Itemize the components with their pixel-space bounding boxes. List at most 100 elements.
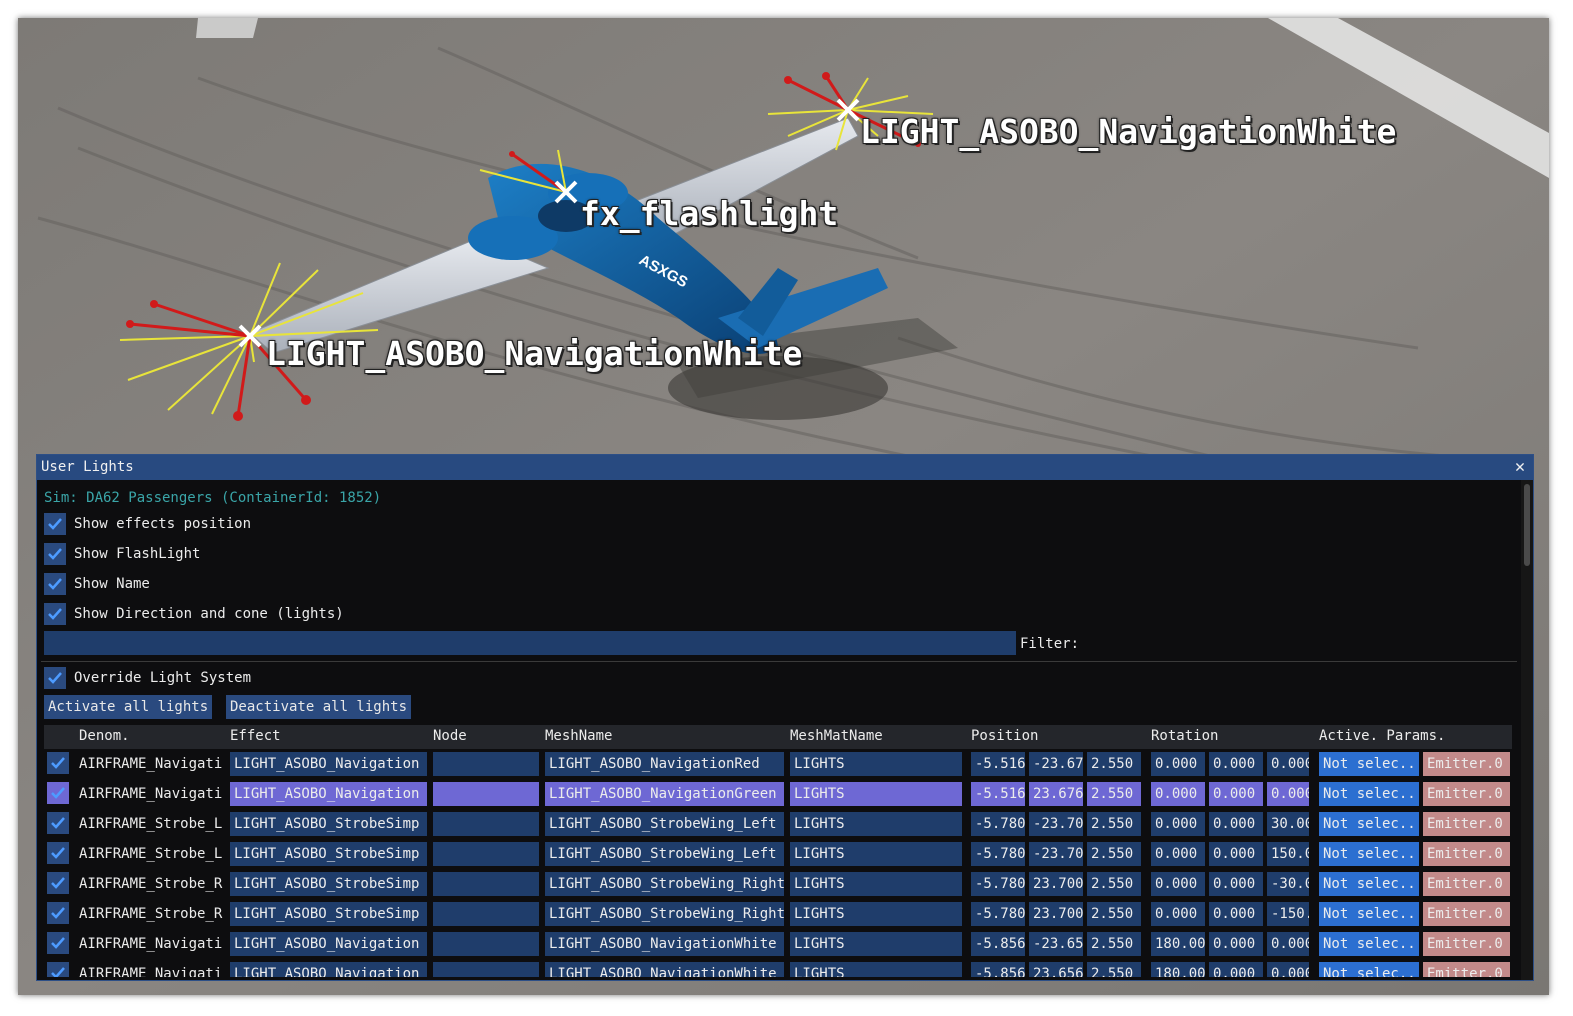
meshmatname-field[interactable]: LIGHTS (790, 932, 962, 956)
rotation-x-field[interactable]: 0.000 (1151, 842, 1205, 866)
active-select-button[interactable]: Not selec... (1319, 962, 1419, 977)
params-button[interactable]: Emitter.0 (1423, 842, 1510, 866)
position-y-field[interactable]: -23.65 (1029, 932, 1083, 956)
rotation-y-field[interactable]: 0.000 (1209, 812, 1263, 836)
position-x-field[interactable]: -5.856 (971, 962, 1025, 977)
row-enabled-checkbox[interactable] (47, 962, 69, 977)
show-direction-cone-checkbox[interactable] (44, 603, 66, 625)
meshmatname-field[interactable]: LIGHTS (790, 812, 962, 836)
meshname-field[interactable]: LIGHT_ASOBO_NavigationWhite (545, 932, 784, 956)
position-z-field[interactable]: 2.550 (1087, 752, 1141, 776)
position-x-field[interactable]: -5.780 (971, 872, 1025, 896)
close-icon[interactable]: ✕ (1511, 458, 1529, 476)
panel-scrollbar[interactable] (1521, 480, 1533, 980)
position-x-field[interactable]: -5.780 (971, 842, 1025, 866)
rotation-y-field[interactable]: 0.000 (1209, 902, 1263, 926)
show-flashlight-checkbox[interactable] (44, 543, 66, 565)
node-field[interactable] (433, 902, 539, 926)
row-enabled-checkbox[interactable] (47, 842, 69, 864)
position-z-field[interactable]: 2.550 (1087, 812, 1141, 836)
active-select-button[interactable]: Not selec... (1319, 872, 1419, 896)
meshmatname-field[interactable]: LIGHTS (790, 842, 962, 866)
column-header-denom[interactable]: Denom. (79, 728, 130, 744)
rotation-y-field[interactable]: 0.000 (1209, 932, 1263, 956)
rotation-y-field[interactable]: 0.000 (1209, 962, 1263, 977)
meshmatname-field[interactable]: LIGHTS (790, 962, 962, 977)
rotation-x-field[interactable]: 0.000 (1151, 872, 1205, 896)
effect-field[interactable]: LIGHT_ASOBO_StrobeSimp (230, 902, 427, 926)
effect-field[interactable]: LIGHT_ASOBO_StrobeSimp (230, 842, 427, 866)
rotation-y-field[interactable]: 0.000 (1209, 752, 1263, 776)
position-z-field[interactable]: 2.550 (1087, 962, 1141, 977)
column-header-meshname[interactable]: MeshName (545, 728, 612, 744)
column-header-position[interactable]: Position (971, 728, 1038, 744)
position-x-field[interactable]: -5.856 (971, 932, 1025, 956)
column-header-meshmatname[interactable]: MeshMatName (790, 728, 883, 744)
position-y-field[interactable]: 23.676 (1029, 782, 1083, 806)
meshname-field[interactable]: LIGHT_ASOBO_NavigationWhite (545, 962, 784, 977)
rotation-z-field[interactable]: 30.000 (1267, 812, 1309, 836)
position-z-field[interactable]: 2.550 (1087, 932, 1141, 956)
activate-all-lights-button[interactable]: Activate all lights (44, 695, 213, 719)
row-enabled-checkbox[interactable] (47, 812, 69, 834)
position-x-field[interactable]: -5.516 (971, 782, 1025, 806)
position-y-field[interactable]: -23.70 (1029, 842, 1083, 866)
active-select-button[interactable]: Not selec... (1319, 902, 1419, 926)
meshname-field[interactable]: LIGHT_ASOBO_NavigationRed (545, 752, 784, 776)
table-row[interactable]: AIRFRAME_Strobe_R LIGHT_ASOBO_StrobeSimp L… (44, 869, 1512, 899)
row-enabled-checkbox[interactable] (47, 932, 69, 954)
params-button[interactable]: Emitter.0 (1423, 782, 1510, 806)
filter-input[interactable] (44, 631, 1016, 655)
override-light-system-checkbox[interactable] (44, 667, 66, 689)
rotation-z-field[interactable]: 0.000 (1267, 782, 1309, 806)
table-row[interactable]: AIRFRAME_Navigati LIGHT_ASOBO_Navigation L… (44, 779, 1512, 809)
column-header-effect[interactable]: Effect (230, 728, 281, 744)
meshmatname-field[interactable]: LIGHTS (790, 782, 962, 806)
column-header-node[interactable]: Node (433, 728, 467, 744)
row-enabled-checkbox[interactable] (47, 902, 69, 924)
params-button[interactable]: Emitter.0 (1423, 902, 1510, 926)
show-effects-position-checkbox[interactable] (44, 513, 66, 535)
node-field[interactable] (433, 842, 539, 866)
position-z-field[interactable]: 2.550 (1087, 902, 1141, 926)
effect-field[interactable]: LIGHT_ASOBO_StrobeSimp (230, 872, 427, 896)
table-row[interactable]: AIRFRAME_Navigati LIGHT_ASOBO_Navigation L… (44, 959, 1512, 977)
rotation-z-field[interactable]: 0.000 (1267, 752, 1309, 776)
node-field[interactable] (433, 782, 539, 806)
row-enabled-checkbox[interactable] (47, 872, 69, 894)
position-y-field[interactable]: -23.67 (1029, 752, 1083, 776)
row-enabled-checkbox[interactable] (47, 782, 69, 804)
rotation-x-field[interactable]: 0.000 (1151, 902, 1205, 926)
show-name-checkbox[interactable] (44, 573, 66, 595)
column-header-rotation[interactable]: Rotation (1151, 728, 1218, 744)
rotation-z-field[interactable]: 0.000 (1267, 932, 1309, 956)
active-select-button[interactable]: Not selec... (1319, 842, 1419, 866)
rotation-y-field[interactable]: 0.000 (1209, 872, 1263, 896)
table-row[interactable]: AIRFRAME_Strobe_L LIGHT_ASOBO_StrobeSimp L… (44, 839, 1512, 869)
rotation-z-field[interactable]: 150.000 (1267, 842, 1309, 866)
node-field[interactable] (433, 872, 539, 896)
meshmatname-field[interactable]: LIGHTS (790, 872, 962, 896)
position-x-field[interactable]: -5.780 (971, 902, 1025, 926)
position-y-field[interactable]: 23.656 (1029, 962, 1083, 977)
params-button[interactable]: Emitter.0 (1423, 812, 1510, 836)
rotation-x-field[interactable]: 0.000 (1151, 812, 1205, 836)
meshname-field[interactable]: LIGHT_ASOBO_StrobeWing_Left (545, 842, 784, 866)
table-row[interactable]: AIRFRAME_Strobe_R LIGHT_ASOBO_StrobeSimp L… (44, 899, 1512, 929)
table-row[interactable]: AIRFRAME_Strobe_L LIGHT_ASOBO_StrobeSimp L… (44, 809, 1512, 839)
node-field[interactable] (433, 752, 539, 776)
meshname-field[interactable]: LIGHT_ASOBO_NavigationGreen (545, 782, 784, 806)
position-y-field[interactable]: 23.700 (1029, 902, 1083, 926)
effect-field[interactable]: LIGHT_ASOBO_Navigation (230, 932, 427, 956)
scrollbar-thumb[interactable] (1524, 484, 1530, 566)
position-x-field[interactable]: -5.516 (971, 752, 1025, 776)
active-select-button[interactable]: Not selec... (1319, 782, 1419, 806)
rotation-z-field[interactable]: 0.000 (1267, 962, 1309, 977)
position-y-field[interactable]: -23.70 (1029, 812, 1083, 836)
meshname-field[interactable]: LIGHT_ASOBO_StrobeWing_Right (545, 872, 784, 896)
position-y-field[interactable]: 23.700 (1029, 872, 1083, 896)
effect-field[interactable]: LIGHT_ASOBO_Navigation (230, 962, 427, 977)
rotation-y-field[interactable]: 0.000 (1209, 842, 1263, 866)
meshname-field[interactable]: LIGHT_ASOBO_StrobeWing_Left (545, 812, 784, 836)
position-z-field[interactable]: 2.550 (1087, 842, 1141, 866)
